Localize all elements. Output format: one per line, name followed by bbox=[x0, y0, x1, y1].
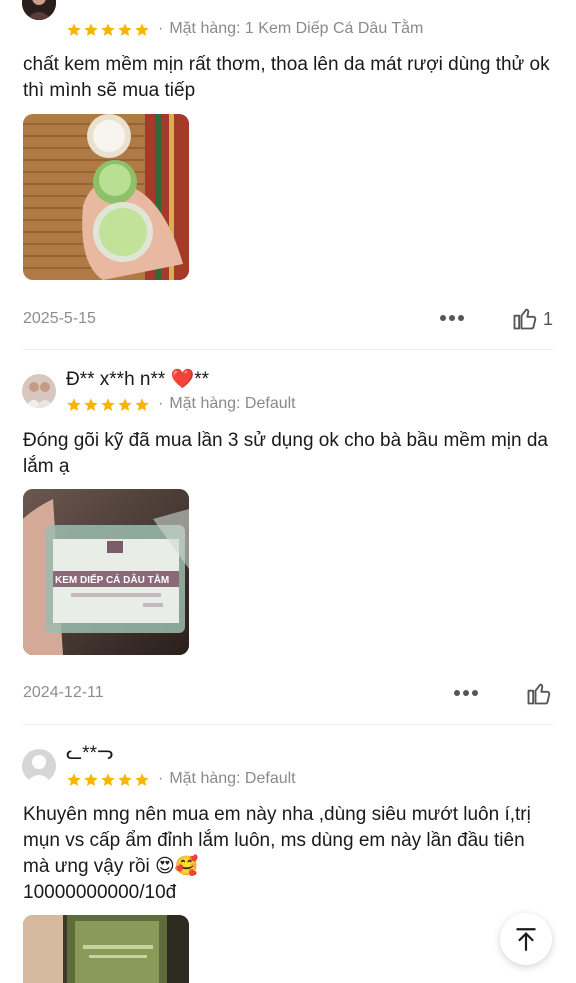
star-icon bbox=[84, 398, 98, 411]
star-icon bbox=[135, 23, 149, 36]
more-icon[interactable] bbox=[453, 688, 479, 698]
star-icon bbox=[67, 23, 81, 36]
review-photo[interactable] bbox=[23, 114, 189, 280]
review-photo[interactable] bbox=[23, 915, 189, 983]
variant-label: · Mặt hàng: Default bbox=[158, 770, 296, 788]
divider bbox=[23, 349, 553, 350]
variant-label: · Mặt hàng: Default bbox=[158, 395, 296, 413]
reviewer-name: Đ** x**h n** ❤️** bbox=[66, 369, 210, 390]
star-rating bbox=[66, 22, 150, 38]
variant-text: Mặt hàng: Default bbox=[169, 395, 296, 412]
star-icon bbox=[101, 398, 115, 411]
separator-dot: · bbox=[158, 20, 164, 37]
thumbs-up-icon[interactable] bbox=[525, 679, 553, 707]
avatar[interactable] bbox=[22, 749, 56, 783]
review-text: Khuyên mng nên mua em này nha ,dùng siêu… bbox=[23, 804, 531, 903]
star-icon bbox=[101, 23, 115, 36]
star-icon bbox=[118, 398, 132, 411]
star-icon bbox=[135, 398, 149, 411]
separator-dot: · bbox=[158, 770, 164, 787]
avatar[interactable] bbox=[22, 374, 56, 408]
star-rating bbox=[66, 772, 150, 788]
star-icon bbox=[84, 773, 98, 786]
variant-label: · Mặt hàng: 1 Kem Diếp Cá Dâu Tằm bbox=[158, 20, 423, 38]
star-icon bbox=[118, 23, 132, 36]
thumbs-up-icon[interactable] bbox=[511, 304, 539, 332]
star-icon bbox=[84, 23, 98, 36]
star-icon bbox=[135, 773, 149, 786]
star-icon bbox=[67, 773, 81, 786]
review-text: Đóng gõi kỹ đã mua lần 3 sử dụng ok cho … bbox=[23, 430, 554, 477]
review-date: 2025-5-15 bbox=[23, 310, 96, 327]
like-count: 1 bbox=[543, 309, 554, 329]
reviewer-name: ᓚ**ᓓ bbox=[66, 743, 114, 764]
scroll-to-top-button[interactable] bbox=[500, 913, 552, 965]
variant-text: Mặt hàng: 1 Kem Diếp Cá Dâu Tằm bbox=[169, 20, 424, 37]
photo-product-label: KEM DIẾP CÁ DÂU TẰM bbox=[55, 575, 170, 586]
star-rating bbox=[66, 397, 150, 413]
star-icon bbox=[67, 398, 81, 411]
divider bbox=[23, 724, 553, 725]
more-icon[interactable] bbox=[439, 313, 465, 323]
review-date: 2024-12-11 bbox=[23, 684, 104, 701]
avatar[interactable] bbox=[22, 0, 56, 20]
separator-dot: · bbox=[158, 395, 164, 412]
arrow-up-to-top-icon bbox=[516, 928, 536, 951]
review-text: chất kem mềm mịn rất thơm, thoa lên da m… bbox=[23, 54, 555, 101]
star-icon bbox=[118, 773, 132, 786]
variant-text: Mặt hàng: Default bbox=[169, 770, 296, 787]
review-photo[interactable] bbox=[23, 489, 189, 655]
star-icon bbox=[101, 773, 115, 786]
